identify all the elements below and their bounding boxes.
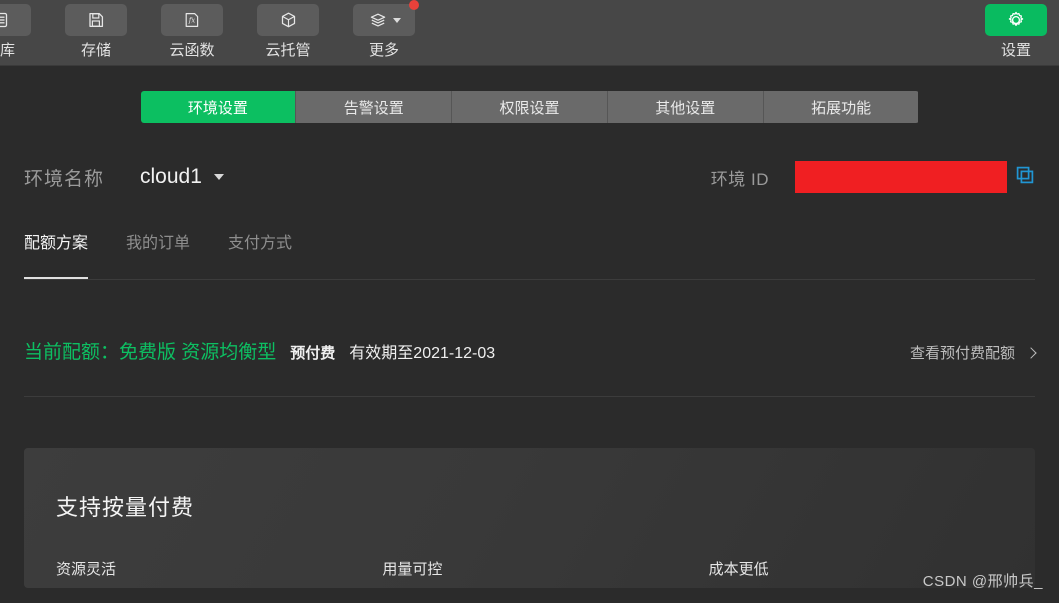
toolbar-item-label: 云函数 (169, 42, 215, 59)
promo-feature-list: 资源灵活 用量可控 成本更低 (56, 558, 1035, 579)
tab-permission-settings[interactable]: 权限设置 (452, 91, 608, 123)
layers-icon (368, 11, 388, 29)
toolbar-item-database[interactable]: 据库 (0, 0, 48, 60)
view-prepaid-quota-label: 查看预付费配额 (909, 345, 1015, 362)
quota-expiry: 有效期至2021-12-03 (349, 345, 496, 362)
top-toolbar: 据库 存储 fx (0, 0, 1059, 66)
subtab-active-underline (24, 277, 89, 279)
settings-button[interactable] (985, 4, 1047, 36)
floppy-disk-icon (87, 11, 105, 29)
toolbar-item-cloud-hosting[interactable]: 云托管 (240, 0, 336, 60)
environment-id-label: 环境 ID (710, 169, 769, 189)
tab-label: 拓展功能 (811, 99, 872, 117)
subtab-payment-method[interactable]: 支付方式 (228, 229, 292, 257)
quota-divider (24, 396, 1035, 397)
storage-button[interactable] (65, 4, 127, 36)
tab-label: 权限设置 (499, 99, 560, 117)
environment-id-group: 环境 ID (711, 161, 1035, 193)
toolbar-item-settings[interactable]: 设置 (985, 0, 1047, 60)
toolbar-item-label: 存储 (80, 42, 111, 59)
tab-label: 环境设置 (187, 99, 248, 117)
more-button[interactable] (353, 0, 419, 36)
main-tab-bar: 环境设置 告警设置 权限设置 其他设置 拓展功能 (140, 91, 919, 123)
sub-tab-bar: 配额方案 我的订单 支付方式 (24, 225, 1035, 279)
toolbar-item-label: 更多 (368, 42, 399, 59)
main-content: 环境名称 cloud1 环境 ID 配额方案 我的订单 支付方式 当前配额：免费… (0, 157, 1059, 588)
promo-feature: 资源灵活 (56, 561, 117, 578)
tab-alarm-settings[interactable]: 告警设置 (296, 91, 453, 123)
chevron-right-icon (1025, 346, 1037, 359)
chevron-down-icon[interactable] (213, 174, 224, 180)
environment-id-value-redacted (795, 161, 1007, 193)
tab-extensions[interactable]: 拓展功能 (763, 91, 919, 123)
notification-badge (409, 0, 419, 10)
view-prepaid-quota-link[interactable]: 查看预付费配额 (909, 342, 1037, 363)
settings-label: 设置 (1000, 42, 1031, 59)
subtab-label: 配额方案 (24, 235, 89, 252)
subtab-my-orders[interactable]: 我的订单 (126, 229, 190, 257)
toolbar-item-label: 据库 (0, 42, 15, 59)
sub-tab-divider (24, 279, 1035, 280)
cloud-hosting-button[interactable] (257, 4, 319, 36)
pay-as-you-go-card[interactable]: 支持按量付费 资源灵活 用量可控 成本更低 (24, 448, 1035, 588)
toolbar-items: 据库 存储 fx (0, 0, 432, 66)
tab-label: 告警设置 (343, 99, 404, 117)
cloud-function-button[interactable]: fx (161, 4, 223, 36)
chevron-down-icon (392, 17, 401, 23)
database-button[interactable] (0, 4, 31, 36)
quota-summary-row: 当前配额：免费版 资源均衡型 预付费 有效期至2021-12-03 查看预付费配… (24, 337, 1037, 363)
copy-icon[interactable] (1015, 165, 1035, 190)
database-icon (0, 11, 9, 29)
current-quota-text: 当前配额：免费版 资源均衡型 (24, 342, 277, 363)
tab-label: 其他设置 (655, 99, 716, 117)
subtab-label: 支付方式 (228, 235, 293, 252)
tab-other-settings[interactable]: 其他设置 (607, 91, 764, 123)
toolbar-item-more[interactable]: 更多 (336, 0, 432, 60)
environment-row: 环境名称 cloud1 环境 ID (24, 157, 1035, 197)
environment-name-value[interactable]: cloud1 (140, 165, 202, 189)
gear-icon (1006, 10, 1026, 30)
subtab-quota-plan[interactable]: 配额方案 (24, 229, 89, 279)
promo-title: 支持按量付费 (56, 495, 195, 520)
promo-feature: 用量可控 (382, 561, 443, 578)
cube-icon (279, 11, 298, 30)
fx-function-icon: fx (183, 11, 201, 29)
promo-feature: 成本更低 (708, 561, 769, 578)
tab-environment-settings[interactable]: 环境设置 (140, 91, 297, 123)
subtab-label: 我的订单 (126, 235, 191, 252)
toolbar-item-cloud-function[interactable]: fx 云函数 (144, 0, 240, 60)
quota-pay-mode: 预付费 (290, 345, 336, 362)
toolbar-item-label: 云托管 (265, 42, 311, 59)
environment-name-label: 环境名称 (24, 168, 105, 190)
svg-text:fx: fx (188, 17, 196, 25)
toolbar-item-storage[interactable]: 存储 (48, 0, 144, 60)
